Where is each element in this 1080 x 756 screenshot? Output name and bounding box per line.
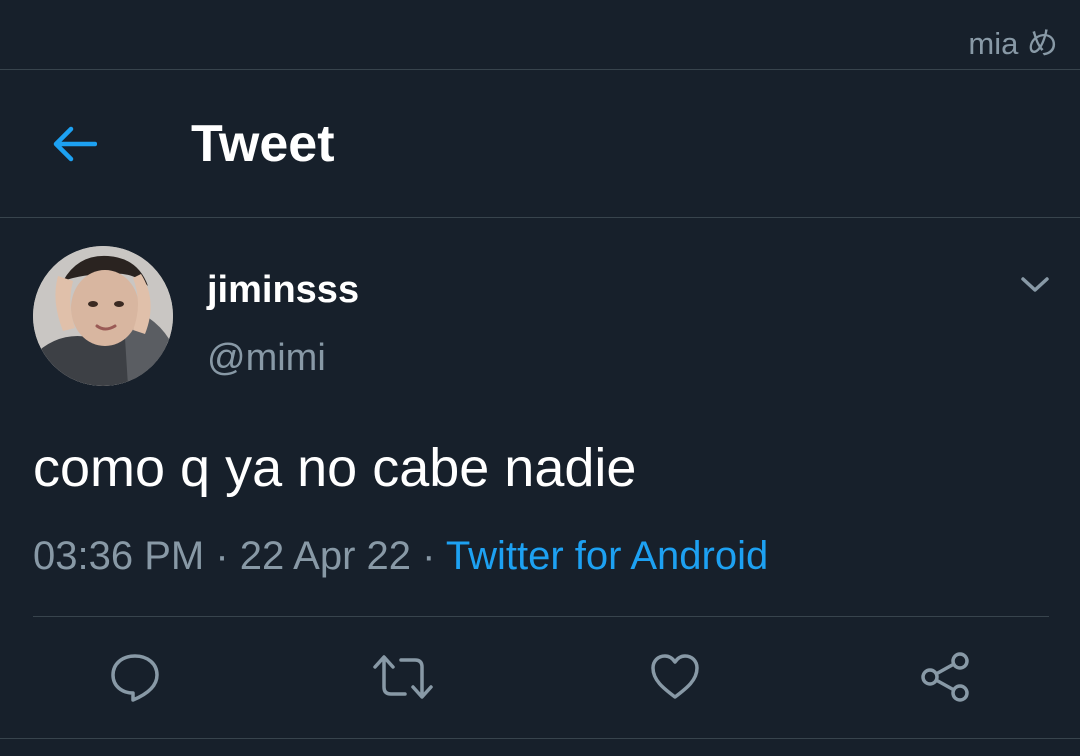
meta-separator: · <box>411 534 446 578</box>
status-strip: mia め <box>0 0 1080 70</box>
avatar-photo <box>33 246 173 386</box>
tweet-source-link[interactable]: Twitter for Android <box>446 534 768 578</box>
action-bar <box>0 645 1080 709</box>
arrow-left-icon <box>53 126 97 162</box>
like-button[interactable] <box>643 645 707 709</box>
display-name[interactable]: jiminsss <box>207 266 359 314</box>
share-button[interactable] <box>913 645 977 709</box>
tweet-time: 03:36 PM <box>33 534 205 578</box>
reply-button[interactable] <box>103 645 167 709</box>
bottom-divider <box>0 738 1080 739</box>
retweet-button[interactable] <box>371 645 435 709</box>
tweet-date: 22 Apr 22 <box>239 534 412 578</box>
chevron-down-icon <box>1021 277 1049 292</box>
user-handle[interactable]: @mimi <box>207 334 326 382</box>
app-header: Tweet <box>0 70 1080 218</box>
tweet-text: como q ya no cabe nadie <box>33 438 637 498</box>
meta-separator: · <box>204 534 240 578</box>
divider <box>33 616 1049 617</box>
watermark-text: mia め <box>968 26 1058 61</box>
like-icon <box>651 654 699 699</box>
reply-icon <box>111 654 159 702</box>
avatar[interactable] <box>33 246 173 386</box>
share-icon <box>921 652 969 702</box>
tweet-meta: 03:36 PM · 22 Apr 22 · Twitter for Andro… <box>33 530 768 582</box>
retweet-icon <box>373 655 433 699</box>
page-title: Tweet <box>191 115 335 173</box>
back-button[interactable] <box>44 114 104 174</box>
more-options-button[interactable] <box>1012 262 1058 308</box>
